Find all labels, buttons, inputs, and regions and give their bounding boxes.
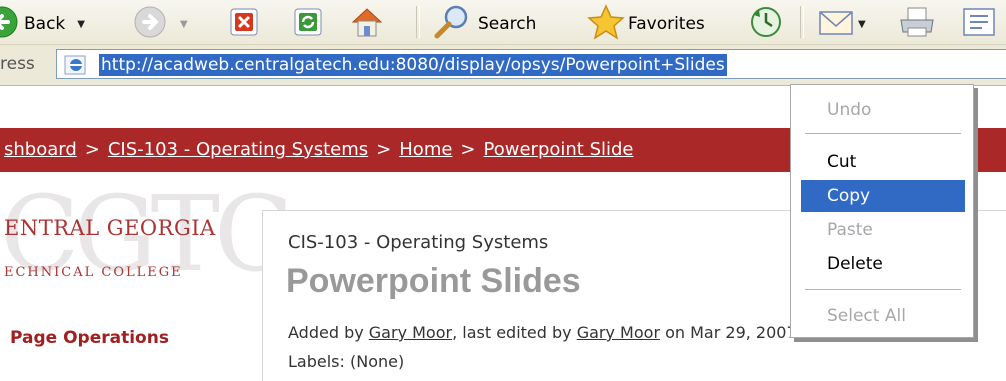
mail-button[interactable]: ▼	[818, 6, 866, 42]
edit-icon	[960, 6, 1000, 42]
editor-link[interactable]: Gary Moor	[577, 323, 660, 342]
favorites-label: Favorites	[628, 14, 705, 34]
history-icon	[750, 6, 782, 42]
menu-item-copy[interactable]: Copy	[801, 180, 965, 212]
breadcrumb-home[interactable]: Home	[399, 139, 452, 160]
space-name: CIS-103 - Operating Systems	[288, 232, 549, 253]
ie-page-icon	[63, 54, 91, 80]
search-button[interactable]: Search	[432, 4, 536, 44]
mail-dropdown-icon[interactable]: ▼	[858, 19, 866, 30]
page-metadata: Added by Gary Moor, last edited by Gary …	[288, 323, 797, 342]
search-icon	[432, 4, 472, 44]
home-icon	[350, 6, 384, 42]
added-by-label: Added by	[288, 323, 364, 342]
breadcrumb-separator: >	[84, 139, 100, 160]
print-icon	[898, 6, 936, 42]
forward-button[interactable]: ▼	[134, 6, 188, 42]
menu-separator	[805, 133, 961, 134]
menu-item-delete[interactable]: Delete	[801, 248, 965, 280]
mail-icon	[818, 6, 856, 42]
stop-button[interactable]	[230, 8, 258, 40]
edited-by-label: , last edited by	[452, 323, 572, 342]
breadcrumb-space[interactable]: CIS-103 - Operating Systems	[108, 139, 368, 160]
author-link[interactable]: Gary Moor	[369, 323, 452, 342]
menu-item-cut[interactable]: Cut	[801, 146, 965, 178]
page-labels: Labels: (None)	[288, 352, 405, 371]
edit-date: on Mar 29, 2007	[665, 323, 797, 342]
back-label: Back	[24, 14, 66, 34]
address-url-text[interactable]: http://acadweb.centralgatech.edu:8080/di…	[99, 54, 727, 76]
home-button[interactable]	[350, 6, 384, 42]
search-label: Search	[478, 14, 537, 34]
college-logo-name: ENTRAL GEORGIA	[4, 216, 216, 240]
breadcrumb-dashboard[interactable]: shboard	[4, 139, 77, 160]
back-button[interactable]: Back ▼	[0, 6, 85, 42]
refresh-icon	[294, 8, 322, 40]
edit-button[interactable]	[960, 6, 1000, 42]
breadcrumb-separator: >	[376, 139, 392, 160]
breadcrumb-current-page[interactable]: Powerpoint Slide	[484, 139, 634, 160]
favorites-button[interactable]: Favorites	[586, 4, 705, 44]
forward-dropdown-icon[interactable]: ▼	[180, 19, 188, 30]
favorites-star-icon	[586, 4, 626, 44]
address-bar: ress http://acadweb.centralgatech.edu:80…	[0, 45, 1006, 86]
menu-item-undo[interactable]: Undo	[801, 94, 965, 126]
refresh-button[interactable]	[294, 8, 322, 40]
back-dropdown-icon[interactable]: ▼	[77, 19, 85, 30]
page-title: Powerpoint Slides	[286, 262, 581, 300]
address-input[interactable]: http://acadweb.centralgatech.edu:8080/di…	[56, 49, 1006, 79]
menu-item-select-all[interactable]: Select All	[801, 300, 965, 332]
browser-toolbar: Back ▼ ▼ Search Favorites ▼	[0, 0, 1006, 45]
address-label: ress	[0, 54, 35, 74]
history-button[interactable]	[750, 6, 782, 42]
forward-arrow-icon	[134, 6, 166, 42]
toolbar-separator	[800, 6, 804, 38]
menu-item-paste[interactable]: Paste	[801, 214, 965, 246]
toolbar-separator	[416, 6, 420, 38]
context-menu: Undo Cut Copy Paste Delete Select All	[790, 84, 974, 338]
page-operations-heading: Page Operations	[10, 328, 169, 348]
print-button[interactable]	[898, 6, 936, 42]
menu-separator	[805, 289, 961, 290]
breadcrumb-separator: >	[460, 139, 476, 160]
back-arrow-icon	[0, 6, 18, 42]
college-logo-subname: ECHNICAL COLLEGE	[4, 265, 183, 280]
stop-icon	[230, 8, 258, 40]
